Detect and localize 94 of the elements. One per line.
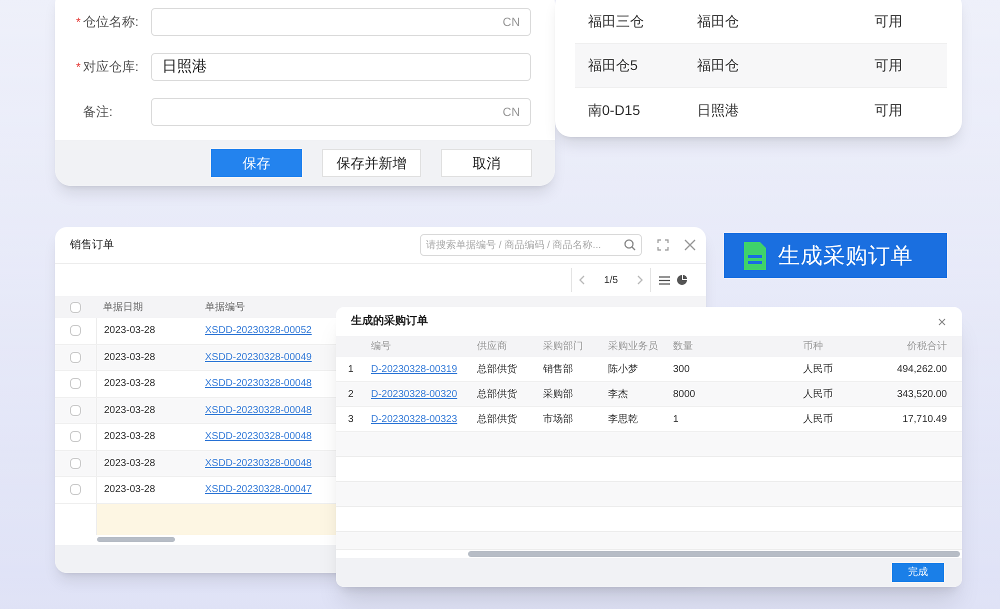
order-link[interactable]: XSDD-20230328-00047 [205,482,312,498]
done-button[interactable]: 完成 [892,563,944,582]
save-and-new-button[interactable]: 保存并新增 [322,149,421,177]
column-header: 数量 [672,340,694,354]
table-cell-text: 1 [672,412,680,426]
order-link[interactable]: XSDD-20230328-00048 [205,402,312,418]
window-title: 销售订单 [70,238,114,253]
table-cell: 2023-03-28 [96,344,198,370]
table-cell: 2023-03-28 [96,477,198,502]
order-link[interactable]: D-20230328-00320 [368,386,474,402]
table-cell-text: 3 [347,412,355,426]
expand-icon[interactable] [657,239,669,251]
table-cell-text: 福田三仓 [588,12,645,31]
column-header: 单据编号 [204,300,246,314]
document-icon [742,240,768,270]
checkbox[interactable] [70,302,81,312]
table-cell: 2023-03-28 [96,398,198,423]
checkbox[interactable] [70,404,81,416]
column-header: 单据日期 [102,300,144,314]
column-header: 价税合计 [906,340,948,354]
table-cell-text: 17,710.49 [902,412,948,426]
table-cell-text: 日照港 [696,100,740,120]
close-icon[interactable] [684,239,696,251]
table-cell-text: 采购部 [542,388,574,402]
table-cell-text: 2 [347,388,355,402]
order-link[interactable]: D-20230328-00323 [368,412,474,426]
search-icon [624,239,636,251]
next-page-icon[interactable] [636,275,644,285]
table-cell-text: 福田仓 [696,12,740,31]
save-button[interactable]: 保存 [211,149,302,177]
table-cell-text: 可用 [874,100,904,120]
table-cell-text: 人民币 [802,412,834,426]
table-cell-text: 1 [347,362,355,376]
table-cell: 2023-03-28 [96,318,198,344]
checkbox[interactable] [70,458,81,469]
table-cell-text: 494,262.00 [896,362,948,376]
checkbox[interactable] [70,325,81,336]
table-cell-text: 可用 [874,12,904,31]
banner-title: 生成采购订单 [778,242,914,270]
checkbox[interactable] [70,378,81,390]
scrollbar[interactable] [468,551,960,557]
table-cell-text: 总部供货 [476,412,518,426]
checkbox[interactable] [70,431,81,442]
field-label: 备注: [83,103,113,122]
pie-chart-icon[interactable] [676,275,687,285]
table-cell-text: 人民币 [802,388,834,402]
order-link[interactable]: XSDD-20230328-00048 [205,456,312,471]
field-label: 仓位名称: [83,13,139,32]
table-cell-text: 福田仓5 [588,56,639,75]
search-field[interactable]: 请搜索单据编号 / 商品编码 / 商品名称... [420,234,642,256]
list-icon[interactable] [659,276,670,284]
page-indicator: 1/5 [604,274,618,288]
order-link[interactable]: XSDD-20230328-00048 [205,429,312,444]
table-cell-text: 300 [672,362,691,376]
order-link[interactable]: XSDD-20230328-00048 [205,376,312,392]
table-cell-text: 总部供货 [476,388,518,402]
language-tag: CN [502,103,520,121]
table-cell-text: 陈小梦 [607,362,639,376]
column-header: 编号 [370,340,392,354]
input-field[interactable]: CN [151,98,531,126]
input-field[interactable]: 日照港 [151,53,531,81]
table-cell-text: 李杰 [607,388,629,402]
table-cell-text: 人民币 [802,362,834,376]
cancel-button[interactable]: 取消 [441,149,532,177]
previous-page-icon[interactable] [578,275,586,285]
table-cell-text: 总部供货 [476,362,518,376]
table-cell: 2023-03-28 [96,371,198,396]
window-title: 生成的采购订单 [351,314,428,330]
column-header: 采购部门 [542,340,584,354]
scrollbar[interactable] [97,537,175,542]
column-header: 币种 [802,340,824,354]
checkbox[interactable] [70,484,81,496]
table-cell-text: 8000 [672,388,696,402]
language-tag: CN [502,13,520,31]
input-field[interactable]: CN [151,8,531,36]
required-mark: * [76,14,81,31]
table-cell-text: 李思乾 [607,412,639,426]
table-cell-text: 可用 [874,56,904,75]
field-label: 对应仓库: [83,58,139,76]
checkbox[interactable] [70,352,81,363]
order-link[interactable]: XSDD-20230328-00052 [205,323,312,338]
table-cell: 2023-03-28 [96,450,198,476]
table-cell: 2023-03-28 [96,424,198,450]
table-cell-text: 343,520.00 [896,388,948,402]
column-header: 采购业务员 [607,340,659,354]
table-cell-text: 销售部 [542,362,574,376]
order-link[interactable]: XSDD-20230328-00049 [205,350,312,365]
required-mark: * [76,59,81,76]
table-cell-text: 南0-D15 [588,100,642,120]
column-header: 供应商 [476,340,508,354]
table-cell-text: 福田仓 [696,56,740,75]
order-link[interactable]: D-20230328-00319 [368,362,474,376]
table-cell-text: 市场部 [542,412,574,426]
close-icon[interactable] [938,318,946,326]
